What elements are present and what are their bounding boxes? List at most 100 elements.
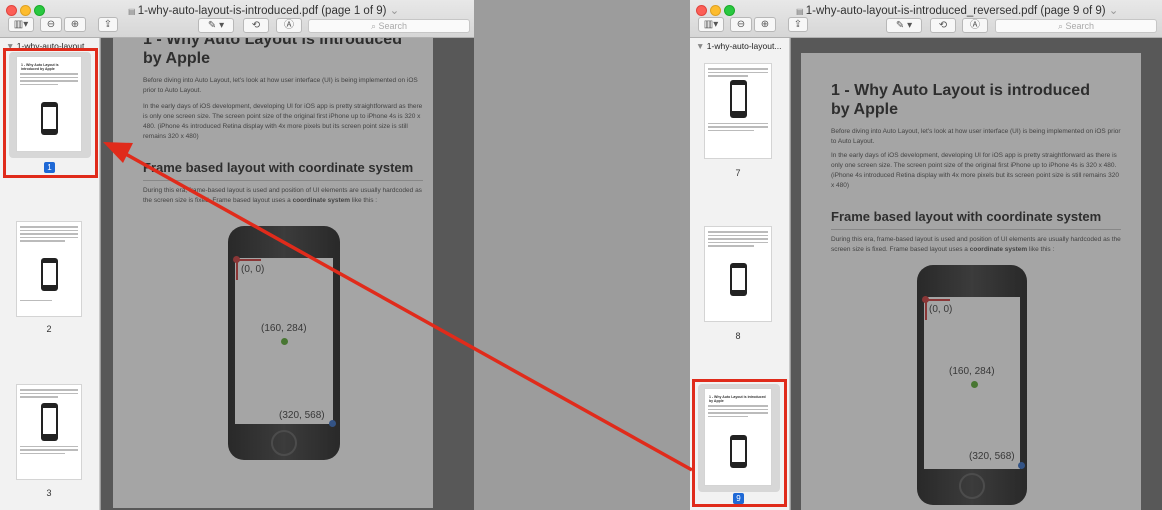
sidebar-header-text: 1-why-auto-layout... xyxy=(706,41,782,51)
annotation-box-left xyxy=(3,48,98,178)
chevron-down-icon: ⌄ xyxy=(1105,5,1119,17)
center-dot xyxy=(281,338,288,345)
page-heading: 1 - Why Auto Layout is introduced by App… xyxy=(831,82,1090,118)
paragraph-intro: Before diving into Auto Layout, let's lo… xyxy=(831,128,1121,145)
rotate-icon: ⟲ xyxy=(251,20,261,31)
paragraph-bold-text: coordinate system xyxy=(292,197,351,204)
zoom-in-icon: ⊕ xyxy=(70,19,80,30)
thumbnail-label: 8 xyxy=(735,331,741,341)
document-view[interactable]: 1 - Why Auto Layout is introduced by App… xyxy=(101,38,474,510)
x-axis-arrow xyxy=(926,299,950,301)
x-axis-arrow xyxy=(237,259,261,261)
markup-pen-button[interactable]: ✎ ▾ xyxy=(198,18,234,33)
home-button xyxy=(271,430,297,456)
section-divider xyxy=(143,180,423,181)
paragraph-history: In the early days of iOS development, de… xyxy=(143,103,423,140)
annotation-box-right xyxy=(692,379,787,507)
share-button[interactable]: ⇪ xyxy=(98,17,118,32)
home-button xyxy=(959,473,985,499)
minimize-button[interactable] xyxy=(710,5,721,16)
rotate-icon: ⟲ xyxy=(938,20,948,31)
end-dot xyxy=(1018,462,1025,469)
sidebar-toggle-icon: ▥▾ xyxy=(703,19,719,30)
thumbnail-label: 2 xyxy=(46,324,52,334)
paragraph-frame-layout: During this era, frame-based layout is u… xyxy=(831,235,1121,255)
minimize-button[interactable] xyxy=(20,5,31,16)
thumbnail-page-2[interactable] xyxy=(16,221,82,317)
y-axis-arrow xyxy=(925,300,927,320)
sidebar-toggle-button[interactable]: ▥▾ xyxy=(698,17,724,32)
zoom-in-button[interactable]: ⊕ xyxy=(754,17,776,32)
zoom-out-button[interactable]: ⊖ xyxy=(730,17,752,32)
markup-pen-button[interactable]: ✎ ▾ xyxy=(886,18,922,33)
sidebar-toggle-icon: ▥▾ xyxy=(13,19,29,30)
pdf-document-icon: ▤ xyxy=(128,7,138,16)
zoom-in-button[interactable]: ⊕ xyxy=(64,17,86,32)
window-title-text: 1-why-auto-layout-is-introduced.pdf (pag… xyxy=(137,5,387,17)
pdf-document-icon: ▤ xyxy=(796,7,806,16)
markup-pen-icon: ✎ ▾ xyxy=(895,20,913,31)
paragraph-text-end: like this : xyxy=(350,197,378,204)
zoom-button[interactable] xyxy=(34,5,45,16)
share-icon: ⇪ xyxy=(103,19,113,30)
paragraph-text-end: like this : xyxy=(1027,246,1055,253)
paragraph-bold-text: coordinate system xyxy=(969,246,1028,253)
zoom-button[interactable] xyxy=(724,5,735,16)
center-dot xyxy=(971,381,978,388)
sidebar-toggle-button[interactable]: ▥▾ xyxy=(8,17,34,32)
titlebar: ▥▾ ⊖ ⊕ ⇪ ▤ 1-why-auto-layout-is-introduc… xyxy=(0,0,474,38)
coord-origin-label: (0, 0) xyxy=(929,304,953,315)
end-dot xyxy=(329,420,336,427)
search-field[interactable]: ⌕ Search xyxy=(308,19,470,33)
section-heading: Frame based layout with coordinate syste… xyxy=(831,209,1102,224)
thumbnail-page-8[interactable] xyxy=(704,226,772,322)
pdf-page: 1 - Why Auto Layout is introduced by App… xyxy=(113,38,433,508)
annotate-button[interactable]: Ⓐ xyxy=(962,18,988,33)
y-axis-arrow xyxy=(236,260,238,280)
thumbnail-label: 7 xyxy=(735,168,741,178)
zoom-out-icon: ⊖ xyxy=(736,19,746,30)
annotate-icon: Ⓐ xyxy=(970,20,980,31)
titlebar: ▥▾ ⊖ ⊕ ⇪ ▤ 1-why-auto-layout-is-introduc… xyxy=(690,0,1162,38)
disclosure-triangle-icon: ▼ xyxy=(696,41,707,51)
paragraph-frame-layout: During this era, frame-based layout is u… xyxy=(143,186,428,206)
zoom-out-button[interactable]: ⊖ xyxy=(40,17,62,32)
share-icon: ⇪ xyxy=(793,19,803,30)
search-icon: ⌕ xyxy=(1057,21,1066,31)
paragraph-history: In the early days of iOS development, de… xyxy=(831,152,1119,189)
thumbnail-page-7[interactable] xyxy=(704,63,772,159)
search-field[interactable]: ⌕ Search xyxy=(995,19,1157,33)
coord-center-label: (160, 284) xyxy=(261,323,307,334)
paragraph-intro: Before diving into Auto Layout, let's lo… xyxy=(143,77,418,94)
coord-end-label: (320, 568) xyxy=(969,451,1015,462)
share-button[interactable]: ⇪ xyxy=(788,17,808,32)
close-button[interactable] xyxy=(6,5,17,16)
coord-center-label: (160, 284) xyxy=(949,366,995,377)
close-button[interactable] xyxy=(696,5,707,16)
pdf-page: 1 - Why Auto Layout is introduced by App… xyxy=(801,53,1141,510)
search-placeholder: Search xyxy=(378,21,408,31)
zoom-in-icon: ⊕ xyxy=(760,19,770,30)
annotate-button[interactable]: Ⓐ xyxy=(276,18,302,33)
section-divider xyxy=(831,229,1121,230)
window-title: ▤ 1-why-auto-layout-is-introduced_revers… xyxy=(796,3,1118,17)
thumbnail-page-3[interactable] xyxy=(16,384,82,480)
window-title-text: 1-why-auto-layout-is-introduced_reversed… xyxy=(805,5,1106,17)
markup-pen-icon: ✎ ▾ xyxy=(207,20,225,31)
document-view[interactable]: 1 - Why Auto Layout is introduced by App… xyxy=(791,38,1162,510)
rotate-button[interactable]: ⟲ xyxy=(243,18,269,33)
zoom-out-icon: ⊖ xyxy=(46,19,56,30)
annotate-icon: Ⓐ xyxy=(284,20,294,31)
coord-end-label: (320, 568) xyxy=(279,410,325,421)
thumbnail-label: 3 xyxy=(46,488,52,498)
chevron-down-icon: ⌄ xyxy=(386,5,400,17)
coord-origin-label: (0, 0) xyxy=(241,264,265,275)
rotate-button[interactable]: ⟲ xyxy=(930,18,956,33)
search-icon: ⌕ xyxy=(370,21,379,31)
paragraph-text: During this era, frame-based layout is u… xyxy=(143,187,422,204)
page-heading: 1 - Why Auto Layout is introduced by App… xyxy=(143,38,402,67)
sidebar-header[interactable]: ▼ 1-why-auto-layout... xyxy=(696,41,781,51)
section-heading: Frame based layout with coordinate syste… xyxy=(143,160,414,175)
search-placeholder: Search xyxy=(1065,21,1095,31)
window-title: ▤ 1-why-auto-layout-is-introduced.pdf (p… xyxy=(128,3,399,17)
